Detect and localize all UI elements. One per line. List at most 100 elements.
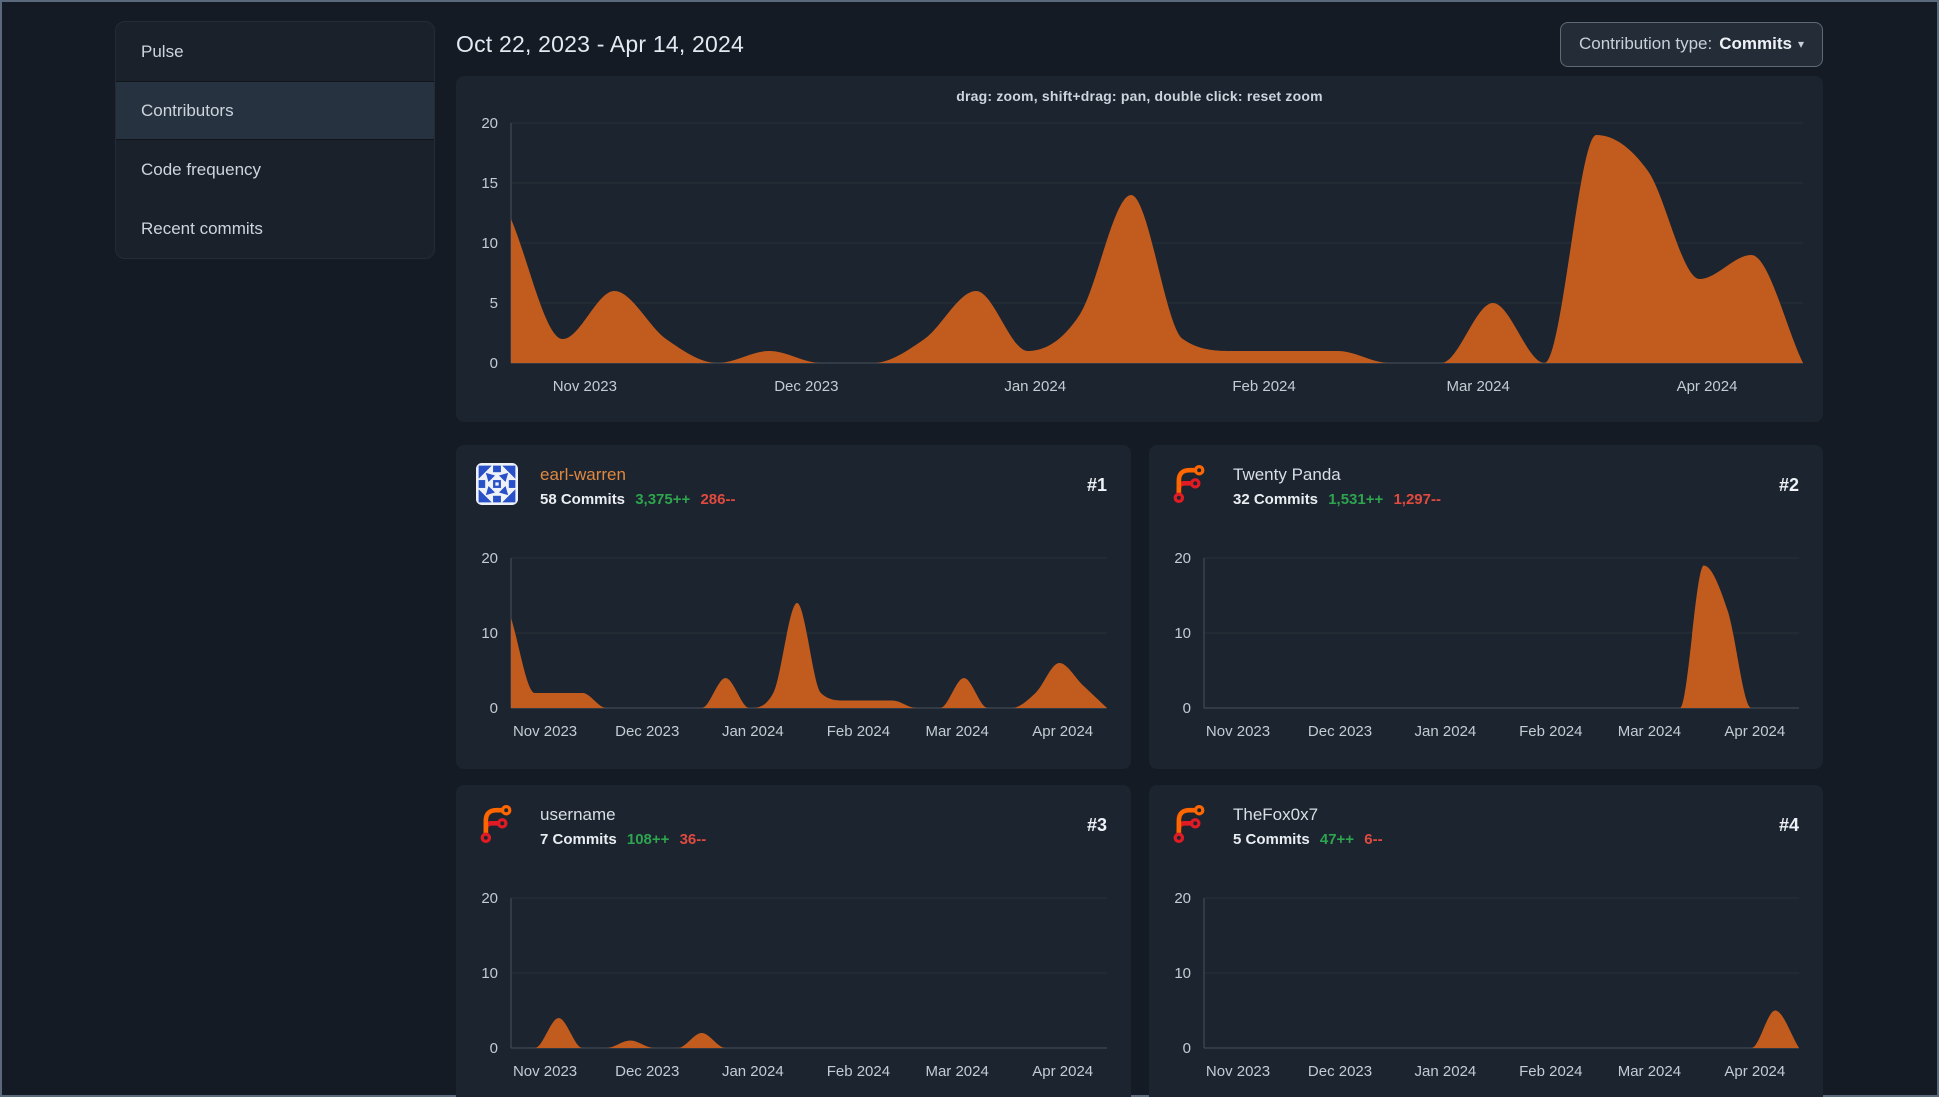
contributor-rank: #3 [1086, 815, 1107, 835]
additions-count: 1,531++ [1328, 491, 1384, 508]
svg-text:10: 10 [1174, 625, 1191, 642]
contributor-identity: earl-warren 58 Commits 3,375++ 286-- [540, 463, 1087, 540]
contributor-chart[interactable]: 0 10 20 Nov 2023 Dec 2023 Jan 2024 Feb 2024 Mar… [456, 540, 1131, 769]
topbar: Oct 22, 2023 - Apr 14, 2024 Contribution… [456, 21, 1823, 67]
svg-text:20: 20 [1174, 890, 1191, 907]
svg-text:Nov 2023: Nov 2023 [553, 378, 617, 395]
contributor-card-2: Twenty Panda 32 Commits 1,531++ 1,297-- … [1149, 445, 1823, 769]
svg-text:10: 10 [481, 965, 498, 982]
sidebar-item-code-frequency[interactable]: Code frequency [116, 140, 434, 199]
svg-text:Nov 2023: Nov 2023 [1206, 1063, 1270, 1080]
svg-text:Mar 2024: Mar 2024 [1618, 723, 1681, 740]
contributor-card-header: earl-warren 58 Commits 3,375++ 286-- #1 [456, 445, 1131, 540]
sidebar-item-recent-commits[interactable]: Recent commits [116, 199, 434, 258]
svg-text:Dec 2023: Dec 2023 [1308, 723, 1372, 740]
svg-text:0: 0 [1183, 1040, 1191, 1057]
contributor-stats: 7 Commits 108++ 36-- [540, 831, 1087, 848]
contributor-cards: earl-warren 58 Commits 3,375++ 286-- #1 … [456, 445, 1823, 1097]
forgejo-logo [480, 804, 512, 844]
contributor-name-link[interactable]: earl-warren [540, 465, 1087, 485]
svg-text:Jan 2024: Jan 2024 [1415, 1063, 1477, 1080]
svg-text:Feb 2024: Feb 2024 [827, 1063, 890, 1080]
svg-text:Mar 2024: Mar 2024 [925, 723, 988, 740]
svg-text:Feb 2024: Feb 2024 [1232, 378, 1295, 395]
additions-count: 3,375++ [635, 491, 691, 508]
svg-text:0: 0 [490, 700, 498, 717]
svg-text:Mar 2024: Mar 2024 [925, 1063, 988, 1080]
contributor-name[interactable]: TheFox0x7 [1233, 805, 1779, 825]
contributor-identity: username 7 Commits 108++ 36-- [540, 803, 1087, 880]
zoom-hint-text: drag: zoom, shift+drag: pan, double clic… [956, 87, 1323, 104]
contributor-card-3: username 7 Commits 108++ 36-- #3 0 10 20 No… [456, 785, 1131, 1097]
svg-text:Apr 2024: Apr 2024 [1032, 1063, 1093, 1080]
svg-text:Dec 2023: Dec 2023 [615, 1063, 679, 1080]
contribution-type-dropdown[interactable]: Contribution type: Commits ▾ [1559, 21, 1823, 67]
svg-text:20: 20 [481, 115, 498, 132]
contributor-card-4: TheFox0x7 5 Commits 47++ 6-- #4 0 10 20 Nov… [1149, 785, 1823, 1097]
svg-text:Mar 2024: Mar 2024 [1446, 378, 1509, 395]
contributor-chart[interactable]: 0 10 20 Nov 2023 Dec 2023 Jan 2024 Feb 2024 Mar… [456, 880, 1131, 1097]
contributor-name[interactable]: username [540, 805, 1087, 825]
forgejo-logo [1173, 804, 1205, 844]
contributor-identity: TheFox0x7 5 Commits 47++ 6-- [1233, 803, 1779, 880]
contributor-rank: #1 [1086, 475, 1107, 495]
commit-count: 5 Commits [1233, 831, 1310, 848]
chevron-down-icon: ▾ [1797, 37, 1804, 51]
svg-text:Apr 2024: Apr 2024 [1724, 1063, 1785, 1080]
contributor-card-header: TheFox0x7 5 Commits 47++ 6-- #4 [1149, 785, 1823, 880]
svg-text:20: 20 [481, 890, 498, 907]
svg-text:Apr 2024: Apr 2024 [1724, 723, 1785, 740]
additions-count: 108++ [626, 831, 670, 848]
svg-text:10: 10 [1174, 965, 1191, 982]
app-root: Pulse Contributors Code frequency Recent… [2, 2, 1937, 1097]
contributor-card-1: earl-warren 58 Commits 3,375++ 286-- #1 … [456, 445, 1131, 769]
date-range-heading: Oct 22, 2023 - Apr 14, 2024 [456, 30, 744, 57]
svg-text:Jan 2024: Jan 2024 [1004, 378, 1066, 395]
deletions-count: 286-- [700, 491, 736, 508]
sidebar-item-contributors[interactable]: Contributors [116, 81, 434, 140]
forgejo-logo [1173, 464, 1205, 504]
svg-text:20: 20 [481, 550, 498, 567]
sidebar: Pulse Contributors Code frequency Recent… [115, 21, 435, 1097]
svg-text:0: 0 [490, 355, 498, 372]
contribution-type-value: Commits [1719, 34, 1792, 53]
svg-text:0: 0 [1183, 700, 1191, 717]
contributor-rank: #4 [1778, 815, 1799, 835]
svg-text:15: 15 [481, 175, 498, 192]
svg-text:Jan 2024: Jan 2024 [722, 723, 784, 740]
contributor-stats: 32 Commits 1,531++ 1,297-- [1233, 491, 1779, 508]
deletions-count: 6-- [1364, 831, 1383, 848]
svg-text:10: 10 [481, 625, 498, 642]
svg-text:5: 5 [490, 295, 498, 312]
contributor-chart[interactable]: 0 10 20 Nov 2023 Dec 2023 Jan 2024 Feb 2024 Mar… [1149, 880, 1823, 1097]
svg-text:10: 10 [481, 235, 498, 252]
identicon-avatar [476, 463, 518, 505]
svg-text:Feb 2024: Feb 2024 [827, 723, 890, 740]
svg-text:Apr 2024: Apr 2024 [1032, 723, 1093, 740]
contributor-identity: Twenty Panda 32 Commits 1,531++ 1,297-- [1233, 463, 1779, 540]
main-content: Oct 22, 2023 - Apr 14, 2024 Contribution… [456, 21, 1823, 1097]
svg-text:Nov 2023: Nov 2023 [1206, 723, 1270, 740]
contributor-rank: #2 [1778, 475, 1799, 495]
svg-text:Dec 2023: Dec 2023 [1308, 1063, 1372, 1080]
svg-text:Jan 2024: Jan 2024 [722, 1063, 784, 1080]
repo-activity-menu: Pulse Contributors Code frequency Recent… [115, 21, 435, 259]
svg-text:0: 0 [490, 1040, 498, 1057]
contributor-chart[interactable]: 0 10 20 Nov 2023 Dec 2023 Jan 2024 Feb 2024 Mar… [1149, 540, 1823, 769]
deletions-count: 36-- [679, 831, 707, 848]
contributor-name[interactable]: Twenty Panda [1233, 465, 1779, 485]
additions-count: 47++ [1319, 831, 1355, 848]
sidebar-item-pulse[interactable]: Pulse [116, 22, 434, 81]
contributor-stats: 58 Commits 3,375++ 286-- [540, 491, 1087, 508]
total-commits-panel: drag: zoom, shift+drag: pan, double clic… [456, 76, 1823, 422]
svg-text:Nov 2023: Nov 2023 [513, 1063, 577, 1080]
contributor-card-header: username 7 Commits 108++ 36-- #3 [456, 785, 1131, 880]
commit-count: 32 Commits [1233, 491, 1319, 508]
commit-count: 58 Commits [540, 491, 626, 508]
svg-text:Mar 2024: Mar 2024 [1618, 1063, 1681, 1080]
svg-text:Feb 2024: Feb 2024 [1519, 1063, 1582, 1080]
deletions-count: 1,297-- [1393, 491, 1441, 508]
svg-text:Dec 2023: Dec 2023 [615, 723, 679, 740]
svg-text:20: 20 [1174, 550, 1191, 567]
total-commits-chart[interactable]: 0 5 10 15 20 Nov 2023 Dec 2023 Jan 2024 Feb 2024… [456, 107, 1823, 422]
